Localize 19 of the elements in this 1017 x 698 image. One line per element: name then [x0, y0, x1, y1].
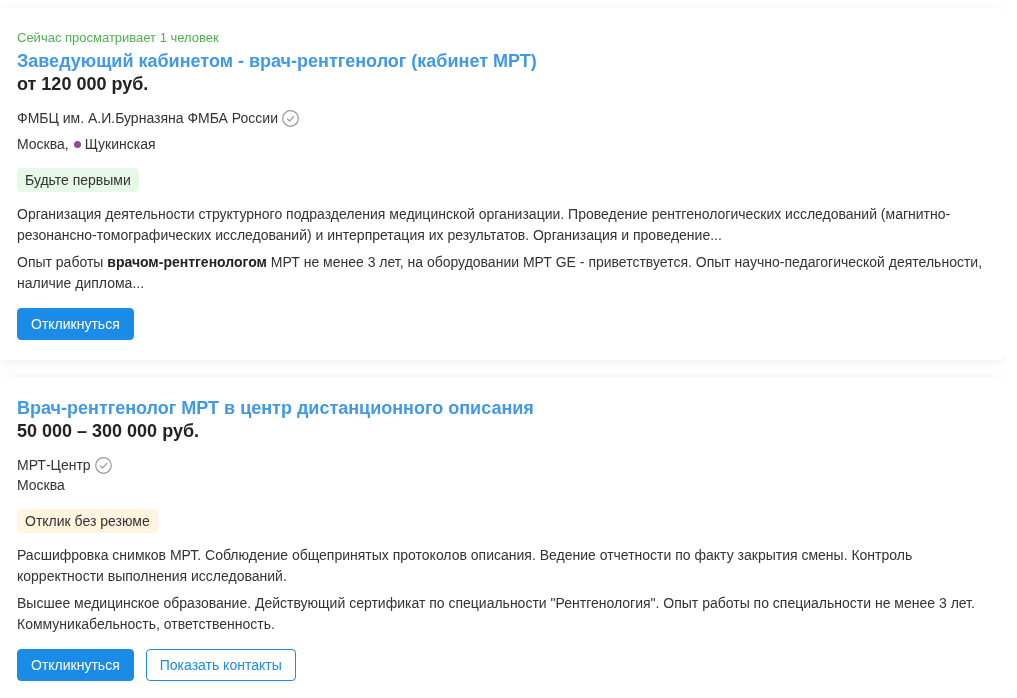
description-text: Расшифровка снимков МРТ. Соблюдение общепринятых протоколов описания. Ведение отчетности по факту закрытия смены. Контроль корректности выполнения исследований. [17, 546, 914, 586]
respond-button[interactable]: Откликнуться [17, 649, 134, 681]
requirements-text: Высшее медицинское образование. Действующий сертификат по специальности "Рентгенология". Опыт работы по специальности не менее 3 лет. Коммуникабельность, ответственность. [17, 594, 976, 634]
viewers-note: Сейчас просматривает 1 человек [17, 29, 219, 47]
vacancy-title-link[interactable]: Врач-рентгенолог МРТ в центр дистанционного описания [17, 396, 534, 420]
vacancy-title-link[interactable]: Заведующий кабинетом - врач-рентгенолог (кабинет МРТ) [17, 49, 537, 73]
highlight-tag: Будьте первыми [17, 168, 139, 192]
city-text: Москва [17, 476, 65, 495]
show-contacts-button[interactable]: Показать контакты [145, 649, 296, 681]
respond-button[interactable]: Откликнуться [17, 308, 134, 340]
metro-station: Щукинская [84, 135, 156, 154]
requirements-text: Опыт работы врачом-рентгенологом МРТ не менее 3 лет, на оборудовании МРТ GE - приветствуется. Опыт научно-педагогической деятельности, наличие диплома... [17, 253, 984, 293]
salary-text: 50 000 – 300 000 руб. [17, 420, 200, 442]
salary-text: от 120 000 руб. [17, 73, 149, 95]
highlight-tag: Отклик без резюме [17, 509, 158, 533]
city-text: Москва, [17, 135, 69, 154]
description-text: Организация деятельности структурного подразделения медицинской организации. Проведение рентгенологических исследований (магнитно-резонансно-томографических исследований) и интерпретация их результатов. Организация и проведение... [17, 205, 952, 245]
company-name: МРТ-Центр [17, 456, 91, 475]
company-name: ФМБЦ им. А.И.Бурназяна ФМБА России [17, 109, 278, 128]
